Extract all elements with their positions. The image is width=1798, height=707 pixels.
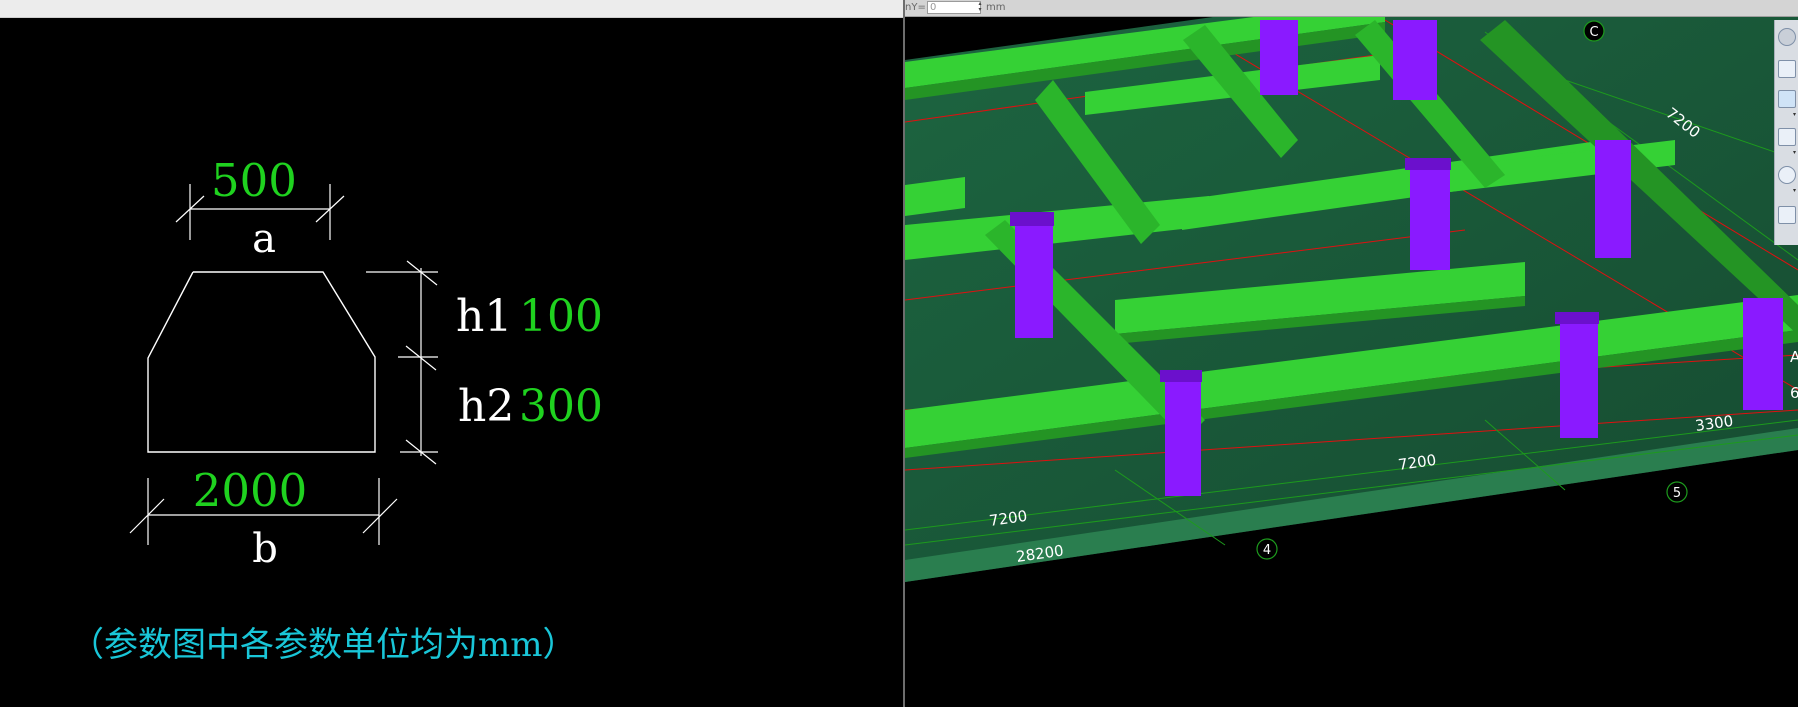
- chevron-down-icon[interactable]: ▾: [1793, 112, 1797, 118]
- units-note: （参数图中各参数单位均为mm）: [70, 625, 576, 665]
- svg-text:5: 5: [1673, 486, 1681, 501]
- axis-marker-c: C: [1583, 20, 1605, 42]
- edge-label-a: A: [1790, 348, 1798, 366]
- dim-a-value: 500: [211, 154, 297, 207]
- edge-label-6: 6: [1790, 384, 1798, 402]
- coord-y-input[interactable]: [927, 1, 981, 14]
- layer-icon[interactable]: [1778, 90, 1796, 108]
- parameter-diagram: 500 a 2000 b h1 100 h2 300 （参数图中各参数单位均为m…: [70, 154, 603, 665]
- model-3d-view[interactable]: C 4 5 7200 7200 7200 3300 28200 A 6 nY= …: [905, 0, 1798, 707]
- chevron-down-icon[interactable]: ▾: [1793, 188, 1797, 194]
- dim-h2-label: h2: [458, 381, 514, 432]
- view-coordinate-bar: nY= ▴▾ mm: [905, 0, 1798, 17]
- view-2d-icon[interactable]: [1778, 60, 1796, 78]
- dim-b-value: 2000: [193, 464, 308, 517]
- coord-spinner[interactable]: ▴ ▾: [976, 1, 984, 14]
- svg-text:C: C: [1589, 25, 1598, 40]
- dim-h1-value: 100: [519, 291, 603, 342]
- axis-marker-5: 5: [1666, 481, 1688, 503]
- coord-unit: mm: [986, 2, 1006, 13]
- dim-h1-label: h1: [456, 291, 512, 342]
- dim-h2-value: 300: [519, 381, 603, 432]
- sphere-icon[interactable]: [1778, 28, 1796, 46]
- svg-text:4: 4: [1263, 543, 1271, 558]
- chevron-down-icon[interactable]: ▾: [1793, 150, 1797, 156]
- axis-marker-4: 4: [1256, 538, 1278, 560]
- dim-b-label: b: [252, 526, 278, 572]
- rotate-icon[interactable]: [1778, 166, 1796, 184]
- parameter-diagram-panel: 500 a 2000 b h1 100 h2 300 （参数图中各参数单位均为m…: [0, 0, 903, 707]
- section-outline: [147, 271, 376, 453]
- coord-label: nY=: [905, 2, 926, 13]
- dim-a-label: a: [252, 216, 276, 262]
- view-tools-toolbar: ▾ ▾ ▾: [1774, 20, 1798, 245]
- table-icon[interactable]: [1778, 206, 1796, 224]
- model-3d-canvas[interactable]: C 4 5 7200 7200 7200 3300 28200 A 6: [905, 0, 1798, 707]
- box-icon[interactable]: [1778, 128, 1796, 146]
